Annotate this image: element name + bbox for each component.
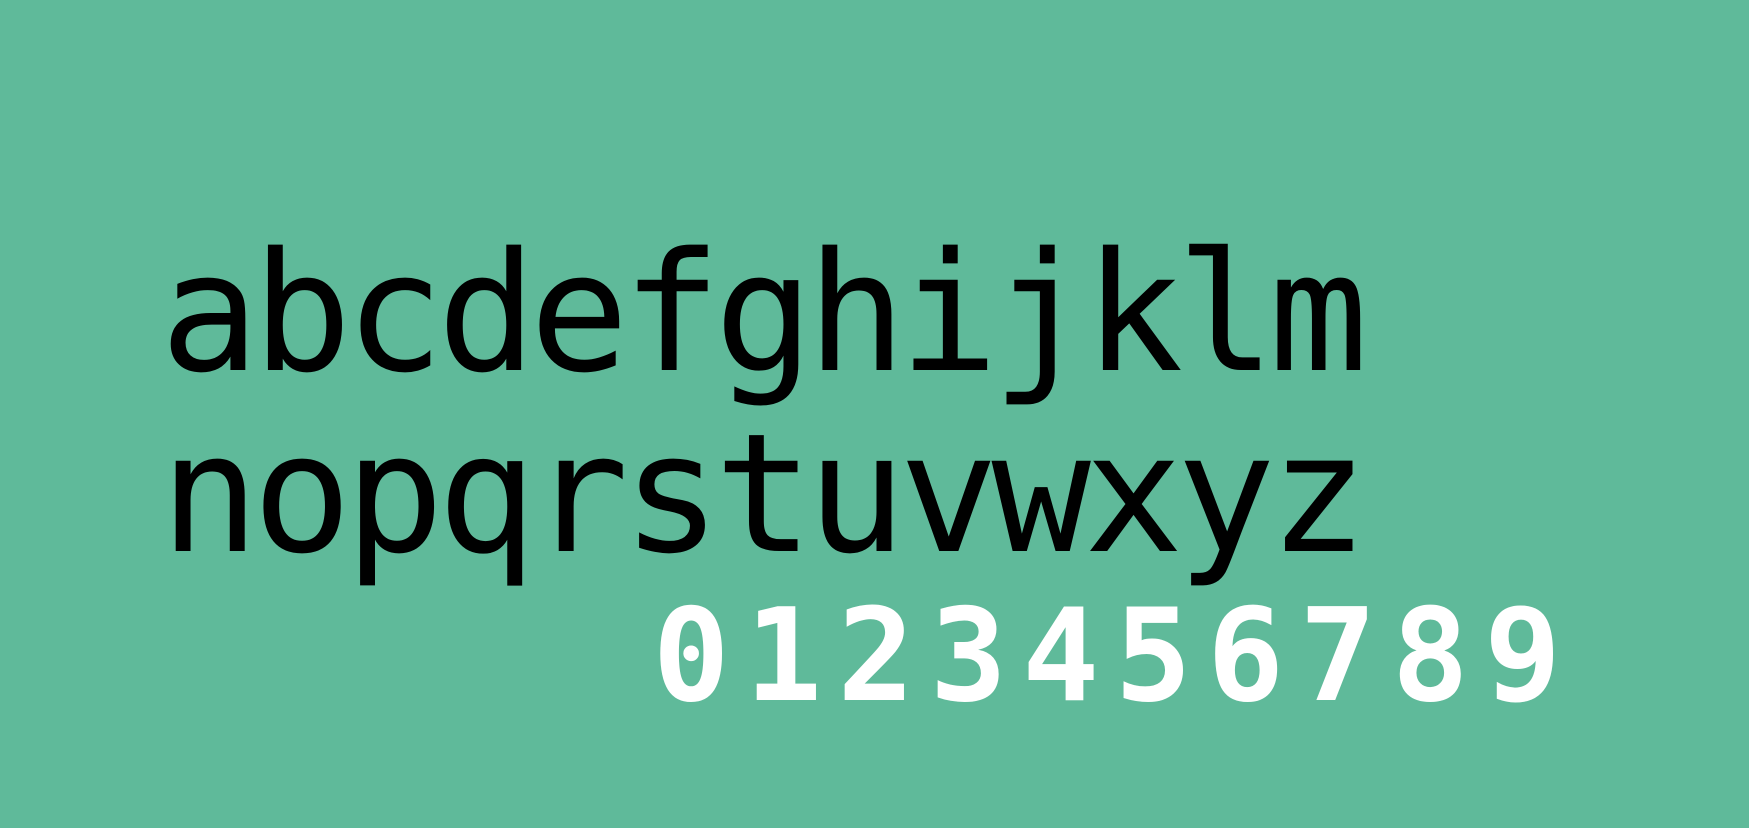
- font-specimen: abcdefghijklm nopqrstuvwxyz 0123456789: [0, 0, 1749, 828]
- glyph-lowercase-a: a: [160, 217, 260, 409]
- glyph-digit-9: 9: [1484, 582, 1562, 731]
- glyph-lowercase-d: d: [437, 217, 537, 409]
- glyph-lowercase-e: e: [529, 217, 629, 409]
- glyph-lowercase-s: s: [621, 398, 722, 590]
- glyph-lowercase-f: f: [621, 217, 722, 409]
- glyph-lowercase-t: t: [714, 398, 814, 590]
- glyph-digit-4: 4: [1022, 582, 1100, 731]
- glyph-lowercase-h: h: [806, 217, 907, 409]
- glyph-lowercase-p: p: [344, 398, 445, 590]
- glyph-lowercase-g: g: [714, 217, 814, 409]
- glyph-digit-2: 2: [837, 582, 915, 731]
- glyph-lowercase-v: v: [899, 398, 999, 590]
- glyph-lowercase-k: k: [1083, 217, 1184, 409]
- glyph-lowercase-q: q: [437, 398, 537, 590]
- glyph-lowercase-i: i: [899, 217, 999, 409]
- lowercase-row-a-to-m: abcdefghijklm: [160, 217, 1369, 409]
- glyph-digit-6: 6: [1207, 582, 1285, 731]
- glyph-digit-7: 7: [1299, 582, 1377, 731]
- glyph-lowercase-y: y: [1176, 398, 1276, 590]
- glyph-digit-3: 3: [929, 582, 1007, 731]
- glyph-lowercase-l: l: [1176, 217, 1276, 409]
- glyph-digit-8: 8: [1391, 582, 1469, 731]
- glyph-lowercase-m: m: [1268, 217, 1369, 409]
- glyph-lowercase-x: x: [1083, 398, 1184, 590]
- glyph-digit-5: 5: [1114, 582, 1192, 731]
- glyph-lowercase-w: w: [991, 398, 1091, 590]
- glyph-lowercase-r: r: [529, 398, 629, 590]
- lowercase-row-n-to-z: nopqrstuvwxyz: [160, 398, 1369, 590]
- glyph-lowercase-o: o: [252, 398, 352, 590]
- glyph-lowercase-b: b: [252, 217, 352, 409]
- glyph-lowercase-u: u: [806, 398, 907, 590]
- glyph-lowercase-j: j: [991, 217, 1091, 409]
- glyph-lowercase-n: n: [160, 398, 260, 590]
- glyph-digit-0: 0: [652, 582, 730, 731]
- glyph-lowercase-c: c: [344, 217, 445, 409]
- glyph-lowercase-z: z: [1268, 398, 1369, 590]
- glyph-digit-1: 1: [745, 582, 823, 731]
- digits-row: 0123456789: [645, 593, 1569, 721]
